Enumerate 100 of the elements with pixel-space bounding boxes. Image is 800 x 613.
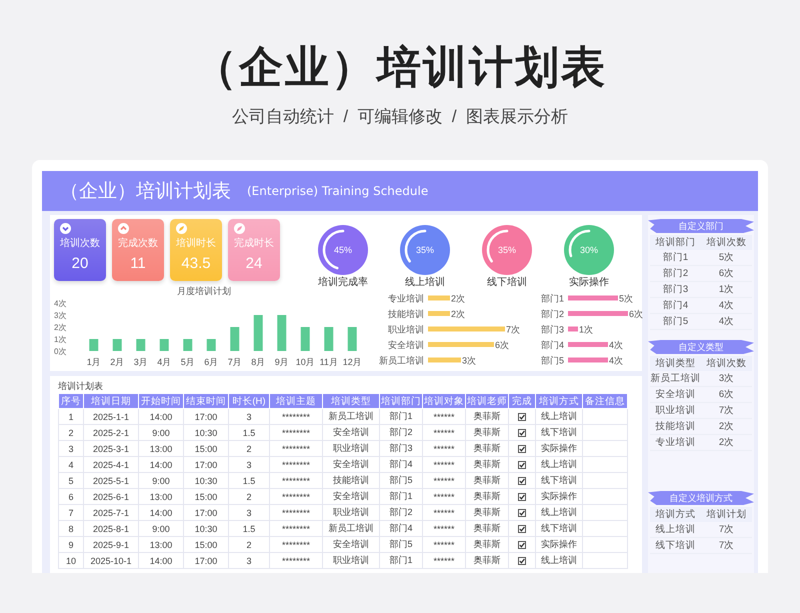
table-cell: 9:00 [138, 424, 184, 440]
kpi-value: 24 [246, 255, 262, 273]
column-header: 培训类型 [322, 394, 380, 408]
column-header: 培训部门 [650, 235, 701, 250]
table-cell: 13:00 [138, 488, 184, 504]
bar [568, 342, 608, 347]
column-header: 时长(H) [228, 394, 270, 408]
checkbox[interactable] [518, 493, 526, 502]
table-cell: 6 [58, 488, 84, 504]
table-cell: 部门1 [650, 250, 701, 266]
table-cell: 7 [58, 504, 84, 520]
checkbox[interactable] [518, 509, 526, 518]
table-cell: 8 [58, 520, 84, 536]
axis-label: 新员工培训 [379, 356, 424, 366]
column-header: 培训对象 [422, 394, 466, 408]
table-cell: 10:30 [184, 472, 228, 488]
axis-label: 8月 [251, 357, 266, 367]
table-cell: 2次 [701, 418, 752, 434]
value-label: 4 [609, 340, 614, 350]
table-cell: 15:00 [184, 536, 228, 552]
axis-label: 技能培训 [388, 309, 424, 319]
table-cell: 职业培训 [322, 552, 380, 568]
chevron-down-icon [60, 223, 71, 234]
table-cell: 2 [228, 440, 270, 456]
checkbox[interactable] [518, 557, 526, 566]
table-cell: 3 [228, 456, 270, 472]
table-cell: 安全培训 [322, 424, 380, 440]
table-cell: 线上培训 [536, 408, 582, 424]
table-cell: 2025-6-1 [84, 488, 138, 504]
table-cell: 线下培训 [536, 520, 582, 536]
table-cell: 5次 [701, 250, 752, 266]
table-cell: 9:00 [138, 520, 184, 536]
bar [568, 358, 608, 362]
unit-label: 次 [624, 294, 634, 304]
table-cell: 2025-4-1 [84, 456, 138, 472]
table-cell: 2025-10-1 [84, 552, 138, 568]
table-cell: ****** [422, 536, 466, 552]
bar [206, 339, 216, 351]
table-cell: 14:00 [138, 456, 184, 472]
section-title: 自定义类型 [648, 340, 754, 354]
checkbox[interactable] [518, 429, 526, 438]
bar [300, 327, 310, 351]
table-cell: ****** [422, 456, 466, 472]
axis-label: 9月 [274, 357, 289, 367]
ring-percent: 45% [332, 244, 353, 256]
axis-label: 专业培训 [388, 294, 424, 304]
bar [230, 327, 240, 351]
checkbox[interactable] [518, 413, 526, 422]
table-cell: 1 [58, 408, 84, 424]
table-cell: 技能培训 [650, 418, 701, 434]
kpi-value: 43.5 [181, 255, 211, 273]
table-cell: 3 [228, 504, 270, 520]
ring-label: 线下培训 [487, 277, 527, 289]
table-cell: 部门3 [380, 440, 422, 456]
table-cell: ******** [270, 552, 322, 568]
table-cell: 线上培训 [536, 552, 582, 568]
column-header: 序号 [58, 394, 84, 408]
table-cell: 新员工培训 [322, 520, 380, 536]
column-header: 培训次数 [701, 356, 752, 371]
unit-label: 次 [634, 309, 644, 319]
kpi-label: 培训时长 [176, 238, 216, 250]
axis-label: 安全培训 [388, 340, 424, 350]
table-cell: 2025-2-1 [84, 424, 138, 440]
table-cell: 部门4 [650, 298, 701, 314]
checkbox[interactable] [518, 541, 526, 550]
table-cell: 2025-8-1 [84, 520, 138, 536]
table-cell: 10:30 [184, 424, 228, 440]
table-cell: 实际操作 [536, 488, 582, 504]
table-cell: 3 [58, 440, 84, 456]
unit-label: 次 [500, 340, 510, 350]
bar [568, 296, 618, 300]
value-label: 2 [451, 309, 456, 319]
bar [112, 339, 122, 351]
table-cell: 2025-5-1 [84, 472, 138, 488]
checkbox[interactable] [518, 445, 526, 454]
table-cell: 奥菲斯 [466, 536, 508, 552]
table-cell: 新员工培训 [650, 371, 701, 386]
table-cell: 线上培训 [650, 522, 701, 538]
table-cell: 1次 [701, 282, 752, 298]
table-cell: 2 [228, 488, 270, 504]
table-cell: 安全培训 [322, 456, 380, 472]
chart-title: 月度培训计划 [177, 286, 231, 296]
table-cell: 15:00 [184, 488, 228, 504]
bar [89, 339, 98, 351]
table-cell: 4次 [701, 314, 752, 330]
table-cell: 职业培训 [322, 504, 380, 520]
bar [136, 339, 146, 351]
axis-label: 11月 [320, 357, 338, 367]
table-cell: 技能培训 [322, 472, 380, 488]
table-cell: ****** [422, 440, 466, 456]
value-label: 2 [451, 294, 456, 304]
table-cell: ****** [422, 424, 466, 440]
checkbox[interactable] [518, 477, 526, 486]
checkbox[interactable] [518, 461, 526, 470]
bar [277, 315, 286, 351]
kpi-value: 11 [130, 255, 146, 273]
table-cell: 6次 [701, 386, 752, 402]
table-cell: 17:00 [184, 456, 228, 472]
table-cell: 部门1 [380, 488, 422, 504]
checkbox[interactable] [518, 525, 526, 534]
